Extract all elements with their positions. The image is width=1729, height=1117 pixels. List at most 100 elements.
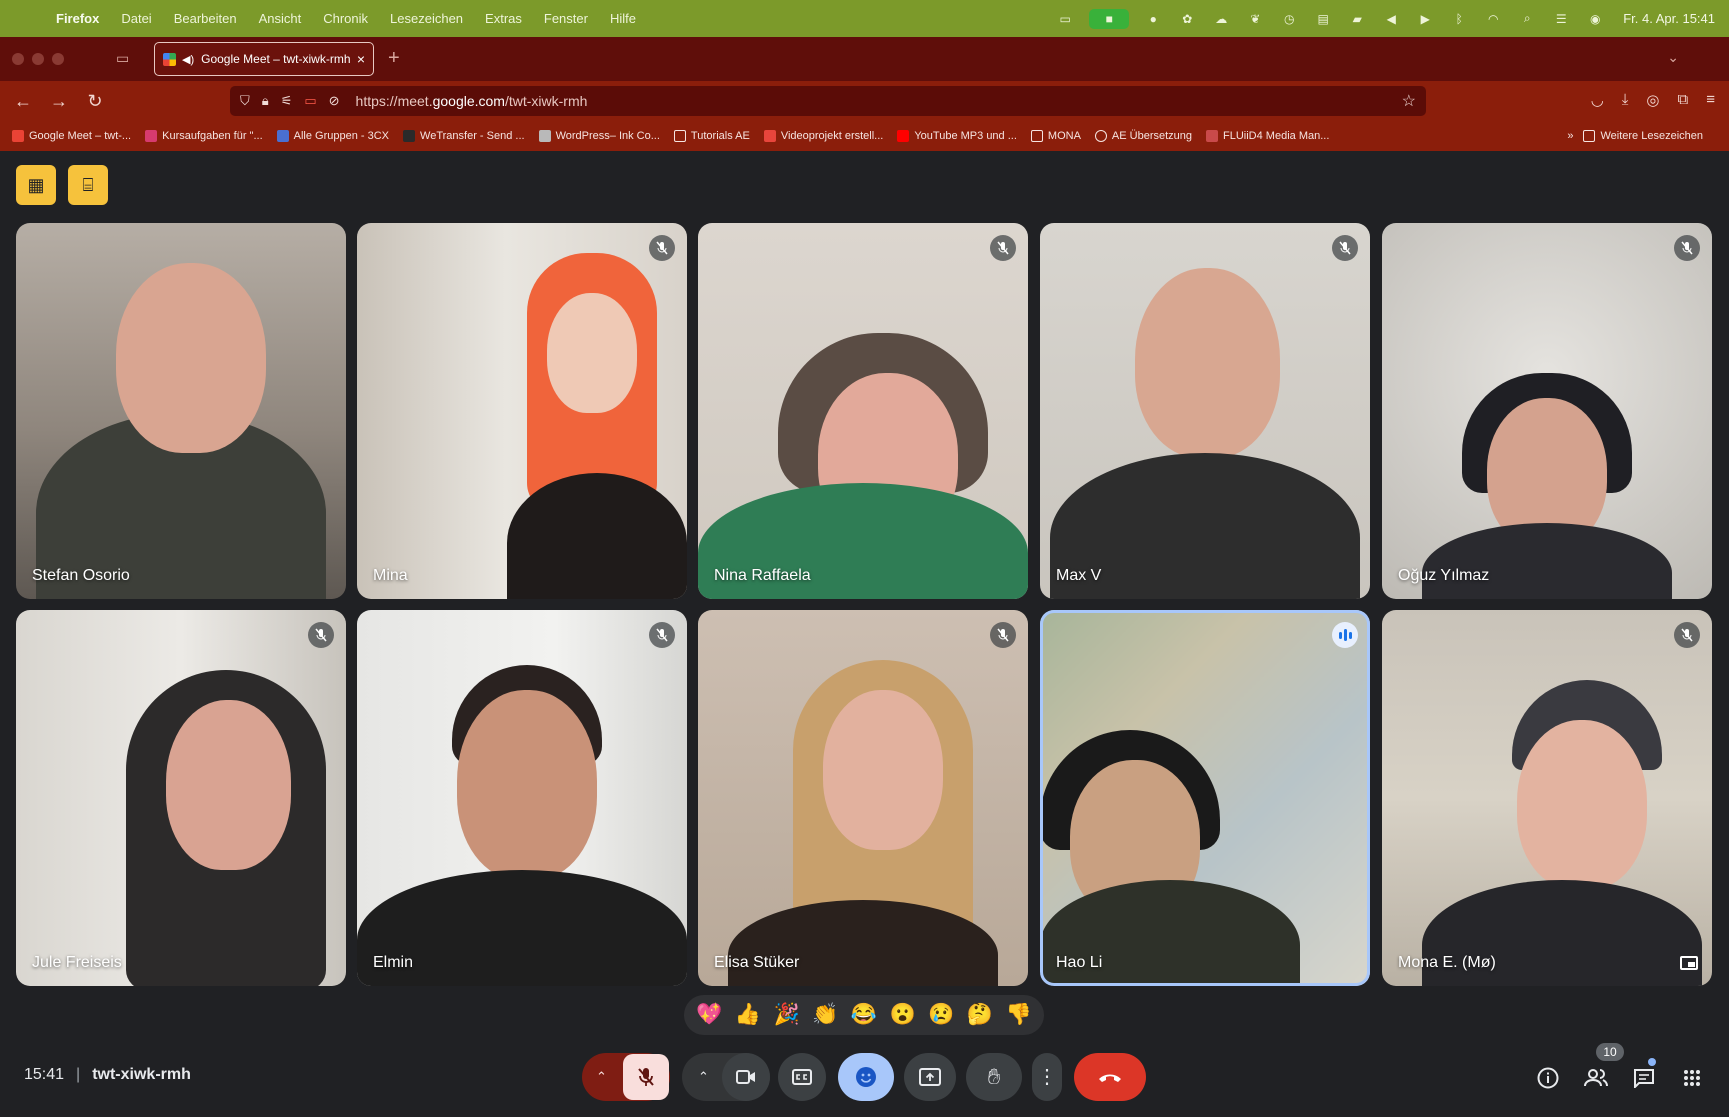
tab-google-meet[interactable]: ◀) Google Meet – twt-xiwk-rmh × (154, 42, 374, 76)
reaction-thumbs-down[interactable]: 👎 (1006, 1003, 1032, 1027)
participant-tile[interactable]: Nina Raffaela (698, 223, 1028, 599)
menubar-clock[interactable]: Fr. 4. Apr. 15:41 (1623, 11, 1715, 26)
bookmark-item[interactable]: AE Übersetzung (1094, 130, 1192, 142)
siri-icon[interactable]: ◉ (1585, 12, 1605, 26)
bookmark-item[interactable]: Google Meet – twt-... (12, 130, 131, 142)
participant-tile[interactable]: Mina (357, 223, 687, 599)
bookmark-star-icon[interactable]: ☆ (1402, 91, 1416, 111)
menu-hamburger-icon[interactable]: ≡ (1706, 91, 1715, 109)
bookmark-folder[interactable]: Tutorials AE (673, 130, 750, 142)
reaction-heart[interactable]: 💖 (696, 1003, 722, 1027)
microphone-icon[interactable]: ● (1143, 12, 1163, 26)
participant-tile[interactable]: Max V (1040, 223, 1370, 599)
participant-tile[interactable]: Elmin (357, 610, 687, 986)
bookmark-item[interactable]: Kursaufgaben für "... (145, 130, 263, 142)
participant-tile-active-speaker[interactable]: Hao Li (1040, 610, 1370, 986)
reaction-thinking[interactable]: 🤔 (967, 1003, 993, 1027)
chevron-double-right-icon[interactable]: » (1567, 130, 1573, 142)
reaction-surprised[interactable]: 😮 (890, 1003, 916, 1027)
bookmark-item[interactable]: YouTube MP3 und ... (897, 130, 1017, 142)
permissions-icon[interactable]: ⚟ (281, 93, 293, 109)
wifi-icon[interactable]: ◠ (1483, 12, 1503, 26)
download-icon[interactable]: ⤓ (1622, 91, 1629, 109)
captions-button[interactable] (778, 1053, 826, 1101)
close-tab-icon[interactable]: × (357, 51, 365, 67)
bookmark-item[interactable]: Alle Gruppen - 3CX (276, 130, 389, 142)
control-center-icon[interactable]: ☰ (1551, 12, 1571, 26)
menu-lesezeichen[interactable]: Lesezeichen (390, 11, 463, 26)
present-screen-button[interactable] (904, 1053, 956, 1101)
time-machine-icon[interactable]: ◷ (1279, 12, 1299, 26)
meeting-details-button[interactable] (1534, 1064, 1562, 1092)
microphone-blocked-icon[interactable]: ⊘ (329, 93, 340, 109)
chat-button[interactable] (1630, 1064, 1658, 1092)
screen-record-icon[interactable]: ▭ (1055, 12, 1075, 26)
participant-tile[interactable]: Stefan Osorio (16, 223, 346, 599)
participant-tile[interactable]: Jule Freiseis (16, 610, 346, 986)
extensions-icon[interactable]: ⧉ (1678, 91, 1689, 109)
picture-in-picture-icon[interactable] (1680, 956, 1698, 970)
volume-icon[interactable]: ◀ (1381, 12, 1401, 26)
activities-button[interactable] (1678, 1064, 1706, 1092)
memory-icon[interactable]: ▤ (1313, 12, 1333, 26)
no-video-icon[interactable]: ▦ (16, 165, 56, 205)
search-icon[interactable]: ⌕ (1517, 11, 1537, 26)
menu-bearbeiten[interactable]: Bearbeiten (174, 11, 237, 26)
bookmark-item[interactable]: WeTransfer - Send ... (403, 130, 525, 142)
chevron-up-icon[interactable]: ⌃ (596, 1069, 607, 1085)
raise-hand-button[interactable]: ✋︎ (966, 1053, 1022, 1101)
bookmark-item[interactable]: FLUiiD4 Media Man... (1206, 130, 1329, 142)
tab-list-chevron-icon[interactable]: ⌄ (1667, 49, 1679, 66)
bluetooth-icon[interactable]: ᛒ (1449, 12, 1469, 26)
zoom-window-button[interactable] (52, 53, 64, 65)
back-arrow-icon[interactable]: ← (12, 91, 34, 111)
flower-icon[interactable]: ✿ (1177, 12, 1197, 26)
chevron-up-icon[interactable]: ⌃ (698, 1069, 709, 1085)
bookmark-folder[interactable]: MONA (1030, 130, 1081, 142)
reaction-thumbs-up[interactable]: 👍 (735, 1003, 761, 1027)
menu-chronik[interactable]: Chronik (323, 11, 368, 26)
bookmark-item[interactable]: Videoprojekt erstell... (763, 130, 883, 142)
mic-off-button[interactable] (623, 1054, 669, 1100)
camera-permission-icon[interactable]: ▭ (304, 93, 316, 109)
url-text[interactable]: https://meet.google.com/twt-xiwk-rmh (356, 93, 588, 109)
pocket-icon[interactable]: ◡ (1591, 91, 1604, 109)
menu-extras[interactable]: Extras (485, 11, 522, 26)
account-icon[interactable]: ◎ (1646, 91, 1659, 109)
people-button[interactable] (1582, 1064, 1610, 1092)
lock-icon[interactable]: 🔒︎ (262, 93, 269, 109)
url-bar[interactable]: ⛉ 🔒︎ ⚟ ▭ ⊘ https://meet.google.com/twt-x… (230, 86, 1426, 116)
camera-button[interactable] (722, 1053, 770, 1101)
tab-overview-icon[interactable]: ▭ (116, 50, 134, 66)
menu-datei[interactable]: Datei (121, 11, 151, 26)
menu-hilfe[interactable]: Hilfe (610, 11, 636, 26)
leave-call-button[interactable] (1074, 1053, 1146, 1101)
menu-ansicht[interactable]: Ansicht (259, 11, 302, 26)
camera-in-use-icon[interactable]: ■ (1089, 8, 1130, 29)
leaf-icon[interactable]: ❦ (1245, 12, 1265, 26)
new-tab-button[interactable]: + (388, 47, 400, 70)
menu-app-name[interactable]: Firefox (56, 11, 99, 26)
minimize-window-button[interactable] (32, 53, 44, 65)
participant-tile[interactable]: Elisa Stüker (698, 610, 1028, 986)
battery-icon[interactable]: ▰ (1347, 12, 1367, 26)
reaction-party[interactable]: 🎉 (774, 1003, 800, 1027)
participant-tile[interactable]: Mona E. (Mø) (1382, 610, 1712, 986)
close-window-button[interactable] (12, 53, 24, 65)
speaker-icon[interactable]: ◀) (182, 53, 194, 66)
reaction-laugh[interactable]: 😂 (851, 1003, 877, 1027)
forward-arrow-icon[interactable]: → (48, 91, 70, 111)
reload-icon[interactable]: ↻ (84, 91, 106, 111)
reactions-button[interactable] (838, 1053, 894, 1101)
shield-icon[interactable]: ⛉ (240, 93, 250, 109)
cloud-icon[interactable]: ☁ (1211, 12, 1231, 26)
other-bookmarks-folder[interactable]: Weitere Lesezeichen (1583, 130, 1703, 142)
menu-fenster[interactable]: Fenster (544, 11, 588, 26)
play-icon[interactable]: ▶ (1415, 12, 1435, 26)
reaction-clap[interactable]: 👏 (812, 1003, 838, 1027)
reaction-sad[interactable]: 😢 (928, 1003, 954, 1027)
more-options-button[interactable]: ⋮ (1032, 1053, 1062, 1101)
participant-tile[interactable]: Oğuz Yılmaz (1382, 223, 1712, 599)
bookmark-item[interactable]: WordPress– Ink Co... (538, 130, 660, 142)
door-icon[interactable]: ⌸ (68, 165, 108, 205)
